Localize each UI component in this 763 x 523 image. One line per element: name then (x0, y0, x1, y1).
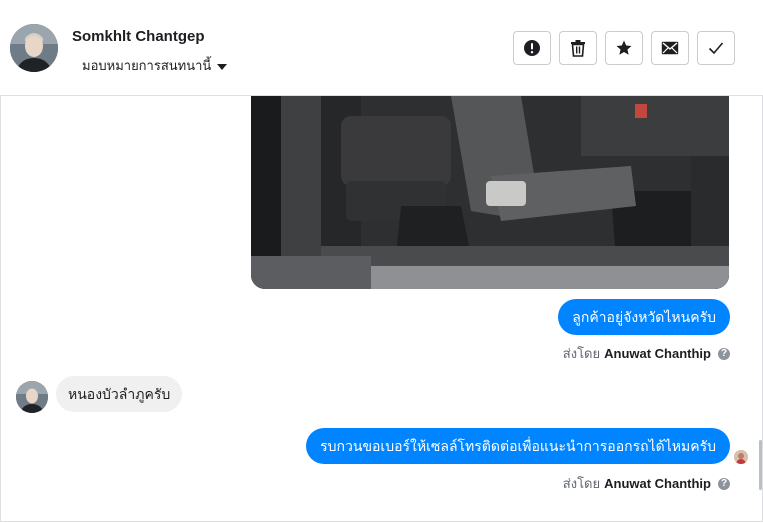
delete-button[interactable] (559, 31, 597, 65)
seen-indicator-avatar (734, 450, 748, 464)
question-mark-icon[interactable]: ? (718, 347, 730, 360)
question-mark-icon[interactable]: ? (718, 477, 730, 490)
exclamation-circle-icon (524, 40, 540, 56)
conversation-header: Somkhlt Chantgep มอบหมายการสนทนานี้ (0, 0, 763, 96)
sent-by-name[interactable]: Anuwat Chanthip (604, 346, 711, 361)
trash-icon (571, 40, 585, 57)
star-icon (616, 40, 632, 55)
star-button[interactable] (605, 31, 643, 65)
scrollbar[interactable] (759, 440, 762, 490)
contact-avatar[interactable] (10, 24, 58, 72)
sent-by-prefix: ส่งโดย (562, 346, 601, 361)
contact-avatar-small[interactable] (16, 381, 48, 413)
outgoing-message[interactable]: รบกวนขอเบอร์ให้เซลล์โทรติดต่อเพื่อแนะนำก… (306, 428, 730, 464)
incoming-message[interactable]: หนองบัวลำภูครับ (56, 376, 183, 412)
car-interior-photo[interactable] (251, 96, 729, 289)
mark-spam-button[interactable] (513, 31, 551, 65)
sent-by-label: ส่งโดย Anuwat Chanthip ? (563, 343, 730, 364)
assign-label: มอบหมายการสนทนานี้ (82, 58, 212, 73)
mark-unread-button[interactable] (651, 31, 689, 65)
sent-by-prefix: ส่งโดย (562, 476, 601, 491)
assign-conversation-dropdown[interactable]: มอบหมายการสนทนานี้ (82, 55, 228, 76)
contact-name[interactable]: Somkhlt Chantgep (72, 28, 205, 45)
conversation-actions (513, 31, 735, 65)
mark-done-button[interactable] (697, 31, 735, 65)
check-icon (708, 42, 724, 55)
sent-by-label: ส่งโดย Anuwat Chanthip ? (563, 473, 730, 494)
outgoing-message[interactable]: ลูกค้าอยู่จังหวัดไหนครับ (558, 299, 730, 335)
envelope-icon (661, 41, 679, 55)
sent-by-name[interactable]: Anuwat Chanthip (604, 476, 711, 491)
caret-down-icon (217, 63, 228, 70)
